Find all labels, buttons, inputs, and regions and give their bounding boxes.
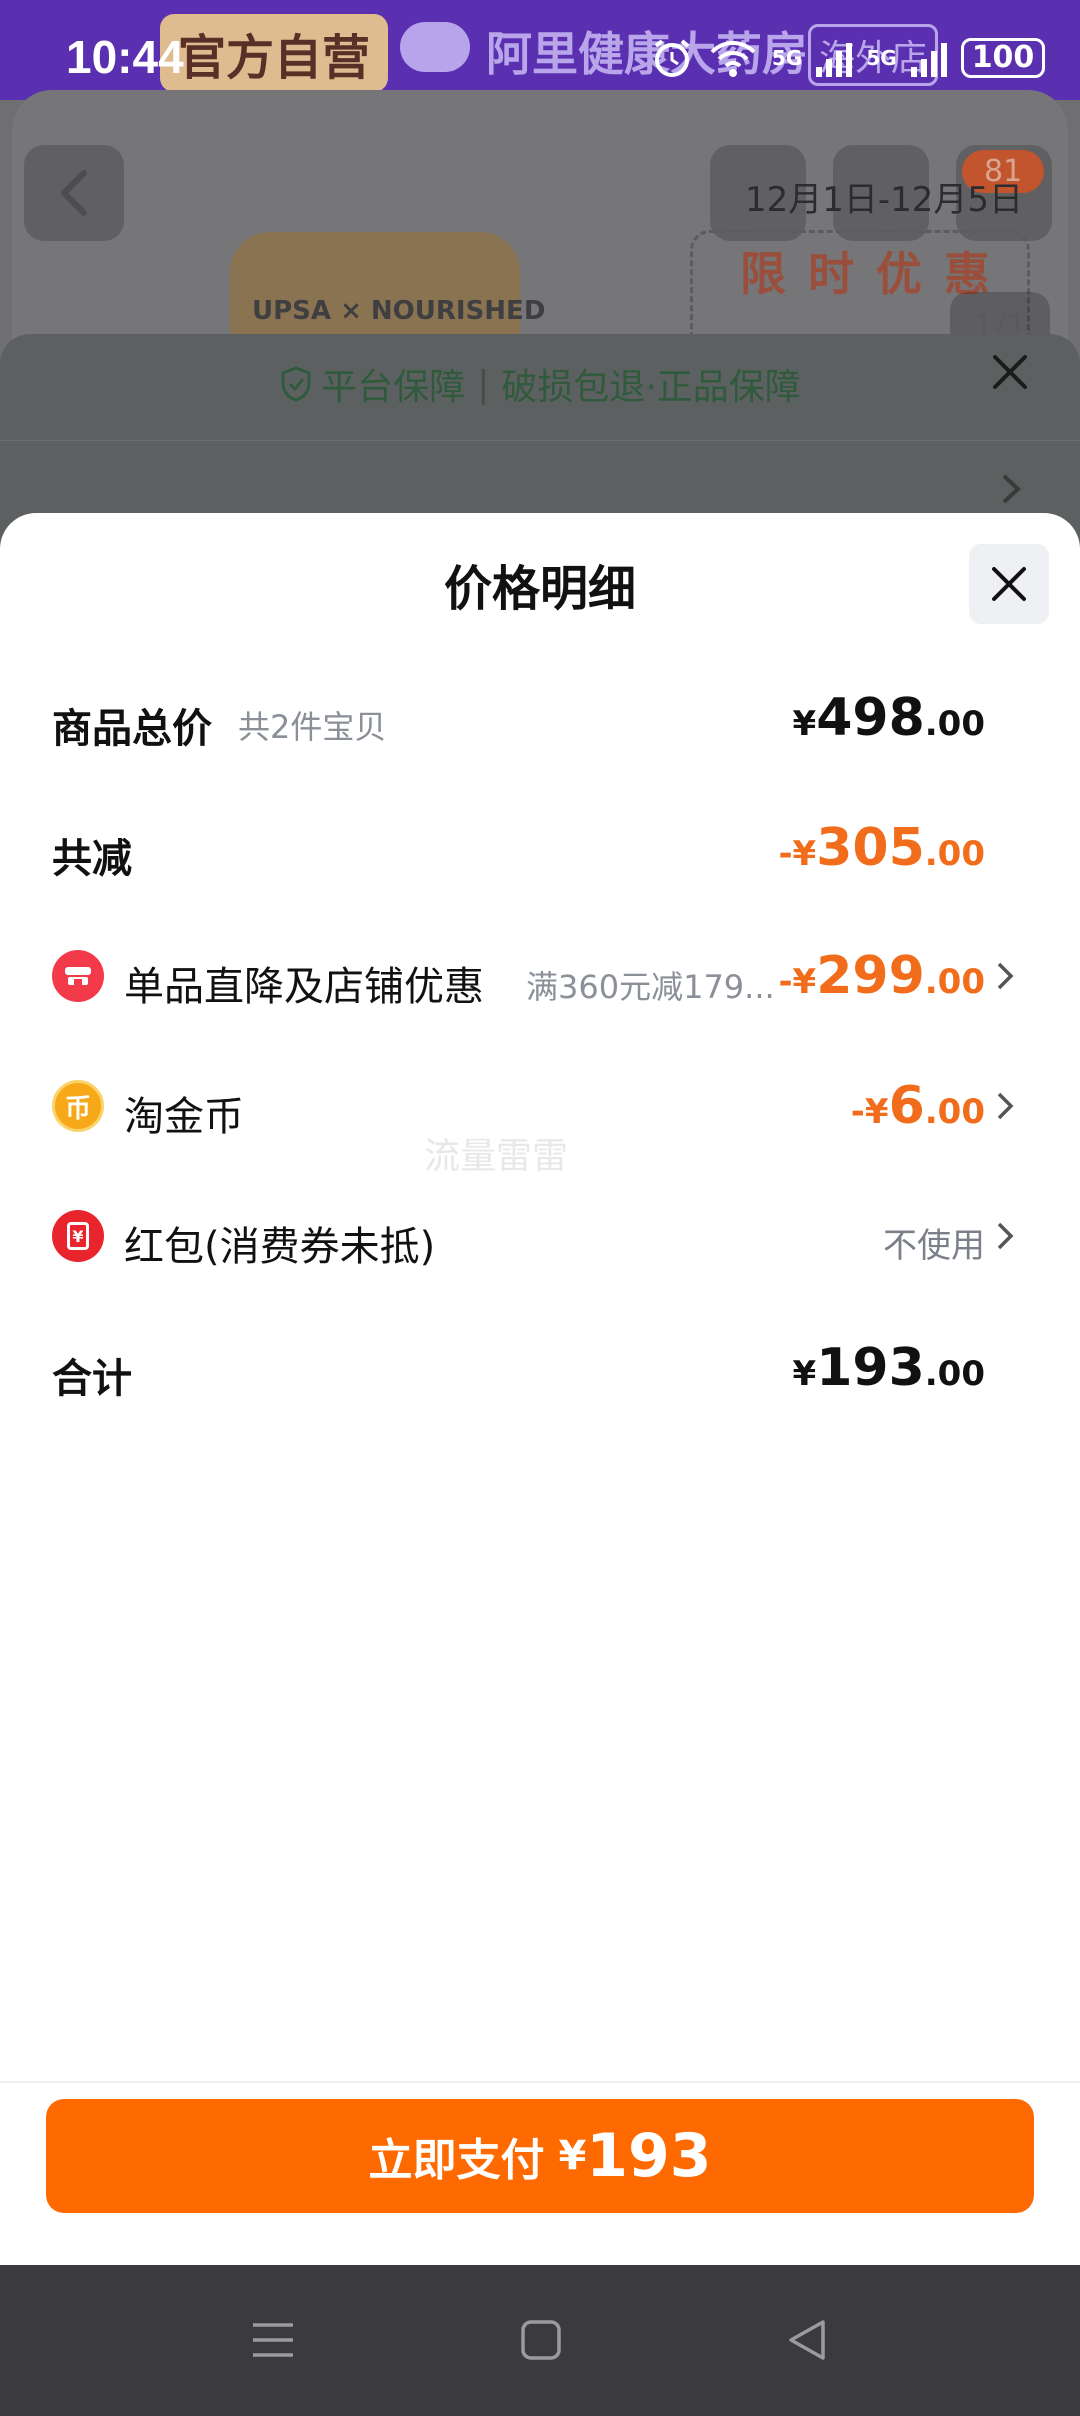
wifi-icon bbox=[710, 41, 756, 77]
amount-decimal: .00 bbox=[924, 1354, 985, 1394]
shop-discount-rule: 满360元减179... bbox=[526, 968, 775, 1006]
currency-symbol: -¥ bbox=[778, 962, 817, 1002]
amount-integer: 305 bbox=[816, 818, 925, 878]
sum-label: 合计 bbox=[52, 1356, 132, 1402]
row-total-reduce: 共减 -¥305.00 bbox=[0, 796, 1080, 896]
pay-button-currency: ¥ bbox=[558, 2133, 587, 2179]
chevron-left-icon bbox=[61, 170, 87, 216]
signal-icon-2 bbox=[910, 39, 947, 77]
back-nav-button[interactable] bbox=[772, 2305, 842, 2375]
signal-icon bbox=[816, 39, 853, 77]
currency-symbol: -¥ bbox=[778, 834, 817, 874]
product-brand: UPSA × NOURISHED bbox=[252, 296, 546, 326]
watermark: 流量雷雷 bbox=[424, 1136, 569, 1177]
shop-icon bbox=[52, 950, 104, 1002]
home-square-icon bbox=[521, 2320, 561, 2360]
chevron-right-icon bbox=[997, 1092, 1014, 1120]
close-icon bbox=[992, 567, 1026, 601]
system-nav-bar bbox=[0, 2265, 1080, 2416]
row-red-packet[interactable]: ¥ 红包(消费券未抵) 不使用 bbox=[0, 1186, 1080, 1286]
menu-icon bbox=[253, 2323, 293, 2357]
sum-amount: ¥193.00 bbox=[793, 1338, 985, 1398]
row-goods-total: 商品总价 共2件宝贝 ¥498.00 bbox=[0, 666, 1080, 766]
red-packet-glyph: ¥ bbox=[67, 1222, 89, 1250]
back-button[interactable] bbox=[24, 145, 124, 241]
battery-icon: 100 bbox=[960, 38, 1046, 78]
price-detail-sheet: 价格明细 商品总价 共2件宝贝 ¥498.00 共减 -¥305.00 单品直降… bbox=[0, 513, 1080, 2265]
tao-coins-amount: -¥6.00 bbox=[851, 1076, 985, 1136]
amount-decimal: .00 bbox=[924, 704, 985, 744]
amount-decimal: .00 bbox=[924, 834, 985, 874]
total-reduce-label: 共减 bbox=[52, 836, 132, 882]
red-packet-icon: ¥ bbox=[52, 1210, 104, 1262]
chevron-right-icon bbox=[1000, 470, 1022, 516]
coin-icon: 币 bbox=[52, 1080, 104, 1132]
goods-total-amount: ¥498.00 bbox=[793, 688, 985, 748]
currency-symbol: -¥ bbox=[850, 1092, 889, 1132]
shop-discount-amount: -¥299.00 bbox=[778, 946, 985, 1006]
menu-button[interactable] bbox=[238, 2305, 308, 2375]
amount-decimal: .00 bbox=[924, 1092, 985, 1132]
amount-integer: 193 bbox=[816, 1338, 925, 1398]
pay-now-button[interactable]: 立即支付 ¥ 193 bbox=[46, 2099, 1034, 2213]
alarm-icon bbox=[654, 39, 690, 77]
home-button[interactable] bbox=[506, 2305, 576, 2375]
goods-count: 共2件宝贝 bbox=[238, 708, 387, 746]
pay-button-label: 立即支付 bbox=[368, 2135, 545, 2186]
status-time: 10:44 bbox=[66, 31, 184, 83]
tao-coins-label: 淘金币 bbox=[124, 1094, 244, 1140]
chevron-right-icon bbox=[997, 1222, 1014, 1250]
footer-divider bbox=[0, 2081, 1080, 2083]
red-packet-label: 红包(消费券未抵) bbox=[124, 1224, 436, 1270]
amount-integer: 299 bbox=[816, 946, 925, 1006]
currency-symbol: ¥ bbox=[792, 1354, 817, 1394]
guarantee-bar: 平台保障 | 破损包退·正品保障 bbox=[0, 334, 1080, 434]
chevron-right-icon bbox=[997, 962, 1014, 990]
amount-decimal: .00 bbox=[924, 962, 985, 1002]
shield-icon bbox=[281, 366, 311, 402]
shop-discount-label: 单品直降及店铺优惠 bbox=[124, 964, 484, 1010]
back-triangle-icon bbox=[789, 2320, 825, 2360]
pay-button-value: 193 bbox=[586, 2121, 712, 2191]
goods-total-label: 商品总价 bbox=[52, 706, 212, 752]
amount-integer: 6 bbox=[888, 1076, 925, 1136]
guarantee-detail: 破损包退·正品保障 bbox=[501, 367, 801, 408]
amount-integer: 498 bbox=[816, 688, 925, 748]
status-icons: 5G 5G 100 bbox=[650, 36, 1046, 80]
network-type-2: 5G bbox=[866, 46, 897, 70]
row-sum: 合计 ¥193.00 bbox=[0, 1316, 1080, 1416]
promo-date: 12月1日-12月5日 bbox=[745, 180, 1024, 220]
close-icon bbox=[993, 355, 1027, 389]
network-type-1: 5G bbox=[772, 46, 803, 70]
total-reduce-amount: -¥305.00 bbox=[778, 818, 985, 878]
currency-symbol: ¥ bbox=[792, 704, 817, 744]
guarantee-title: 平台保障 bbox=[321, 367, 466, 408]
guarantee-close-button[interactable] bbox=[990, 352, 1030, 403]
guarantee-separator: | bbox=[477, 363, 490, 405]
red-packet-value: 不使用 bbox=[883, 1226, 985, 1266]
coin-glyph: 币 bbox=[64, 1093, 91, 1124]
sheet-title: 价格明细 bbox=[443, 561, 636, 617]
sheet-close-button[interactable] bbox=[969, 544, 1049, 624]
status-bar: 10:44 5G 5G 100 bbox=[0, 0, 1080, 110]
row-shop-discount[interactable]: 单品直降及店铺优惠 满360元减179... -¥299.00 bbox=[0, 926, 1080, 1026]
